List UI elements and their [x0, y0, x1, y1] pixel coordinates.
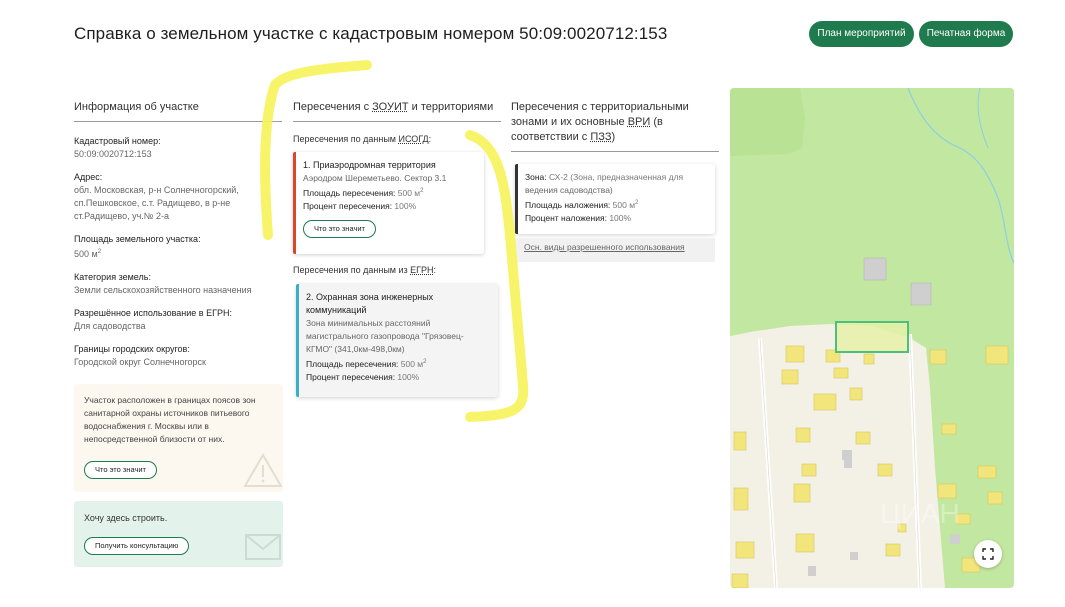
intersection-area: Площадь пересечения: 500 м2 — [303, 187, 424, 198]
fullscreen-button[interactable] — [974, 540, 1002, 568]
zouit-abbr-link[interactable]: ЗОУИТ — [372, 101, 408, 113]
card-accent-bar — [293, 152, 296, 254]
egrn-abbr-link[interactable]: ЕГРН — [410, 265, 433, 275]
build-text: Хочу здесь строить. — [84, 513, 168, 523]
area-value: 500 м2 — [74, 249, 102, 259]
print-form-button[interactable]: Печатная форма — [919, 21, 1013, 47]
page-title: Справка о земельном участке с кадастровы… — [74, 24, 668, 43]
envelope-icon — [245, 534, 281, 560]
category-value: Земли сельскохозяйственного назначения — [74, 285, 252, 295]
overlay-percent: Процент наложения: 100% — [525, 212, 632, 223]
zouit-card-gas-pipeline: 2. Охранная зона инженерных коммуникаций… — [296, 284, 498, 397]
intersection-percent: Процент пересечения: 100% — [303, 200, 417, 211]
overlay-area: Площадь наложения: 500 м2 — [525, 199, 639, 210]
vri-abbr-link[interactable]: ВРИ — [628, 116, 651, 128]
territorial-zones-section: Пересечения с территориальными зонами и … — [511, 100, 719, 152]
category-label: Категория земель: — [74, 272, 151, 282]
airfield-what-button[interactable]: Что это значит — [303, 219, 376, 238]
permitted-use-link[interactable]: Осн. виды разрешенного использования — [524, 242, 685, 252]
permitted-use-link-row: Осн. виды разрешенного использования — [515, 238, 715, 262]
map-watermark: ЦИАН — [880, 498, 960, 529]
zouit-card-airfield: 1. Приаэродромная территория Аэродром Ше… — [293, 152, 484, 254]
isogd-abbr-link[interactable]: ИСОГД — [399, 134, 429, 144]
plot-info-heading: Информация об участке — [74, 100, 282, 122]
address-label: Адрес: — [74, 172, 103, 182]
card-accent-bar — [515, 164, 518, 234]
cadastral-label: Кадастровый номер: — [74, 136, 161, 146]
zone-card-sx2: Зона: СХ-2 (Зона, предназначенная для ве… — [515, 164, 715, 234]
intersection-percent: Процент пересечения: 100% — [306, 371, 420, 382]
notice-what-button[interactable]: Что это значит — [84, 461, 157, 479]
area-label: Площадь земельного участка: — [74, 234, 201, 244]
get-consultation-button[interactable]: Получить консультацию — [84, 537, 190, 555]
card-title: 2. Охранная зона инженерных коммуникаций — [306, 292, 434, 315]
card-accent-bar — [296, 284, 299, 397]
district-label: Границы городских округов: — [74, 344, 190, 354]
card-title: 1. Приаэродромная территория — [303, 160, 436, 170]
district-value: Городской округ Солнечногорск — [74, 357, 206, 367]
zones-heading: Пересечения с территориальными зонами и … — [511, 100, 719, 152]
zouit-section: Пересечения с ЗОУИТ и территориями Перес… — [293, 100, 501, 144]
egrn-subheading: Пересечения по данным из ЕГРН: — [293, 265, 437, 275]
notice-text: Участок расположен в границах поясов зон… — [84, 395, 256, 444]
plan-button[interactable]: План мероприятий — [809, 21, 914, 47]
map-canvas[interactable]: ЦИАН — [730, 88, 1014, 588]
card-subtitle: Аэродром Шереметьево. Сектор 3.1 — [303, 173, 447, 183]
usage-value: Для садоводства — [74, 321, 146, 331]
water-protection-notice: Участок расположен в границах поясов зон… — [74, 384, 283, 492]
cadastral-map[interactable]: ЦИАН — [730, 88, 1014, 588]
plot-info-section: Информация об участке Кадастровый номер:… — [74, 100, 282, 369]
expand-icon — [982, 548, 994, 560]
target-plot — [835, 321, 909, 353]
zone-value-cont: ведения садоводства) — [525, 185, 613, 195]
card-subtitle: Зона минимальных расстояний магистрально… — [306, 318, 464, 354]
usage-label: Разрешённое использование в ЕГРН: — [74, 308, 232, 318]
zone-value: Зона: СХ-2 (Зона, предназначенная для — [525, 172, 684, 182]
isogd-subheading: Пересечения по данным ИСОГД: — [293, 134, 432, 144]
intersection-area: Площадь пересечения: 500 м2 — [306, 358, 427, 369]
build-consult-card: Хочу здесь строить. Получить консультаци… — [74, 501, 283, 567]
zouit-heading: Пересечения с ЗОУИТ и территориями — [293, 100, 501, 122]
address-value: обл. Московская, р-н Солнечногорский, сп… — [74, 185, 239, 221]
cadastral-value: 50:09:0020712:153 — [74, 149, 152, 159]
pzz-abbr-link[interactable]: ПЗЗ — [590, 131, 611, 143]
warning-icon — [243, 453, 283, 487]
